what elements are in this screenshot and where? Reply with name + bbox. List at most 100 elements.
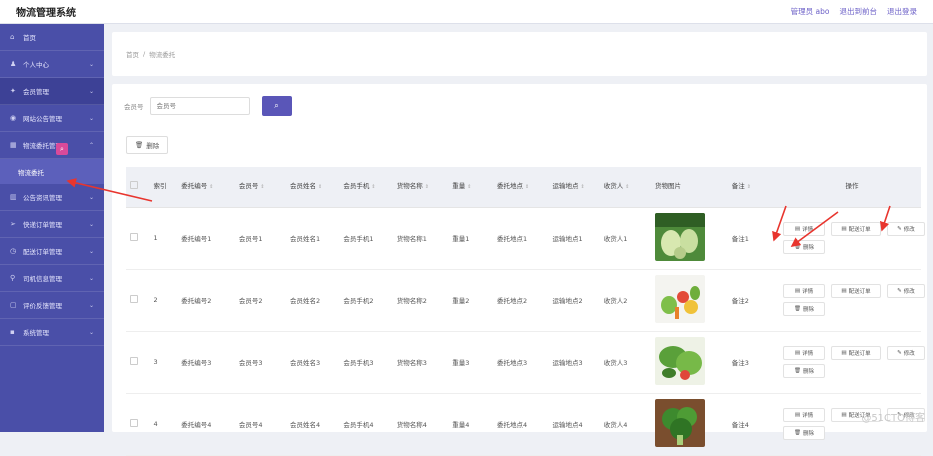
sort-icon[interactable]: ⇕ <box>525 184 529 190</box>
cell-name: 会员姓名4 <box>286 393 339 455</box>
cell-ops: ▤详情 ▤配送订单 ✎修改 🗑删除 <box>779 331 921 393</box>
column-header-2[interactable]: 会员号⇕ <box>235 167 286 207</box>
user-icon: ♟ <box>10 60 19 68</box>
sidebar-item-9[interactable]: ▢评价反馈管理⌄ <box>0 292 104 319</box>
chevron-down-icon: ⌄ <box>89 275 94 282</box>
delete-button[interactable]: 🗑删除 <box>783 364 825 378</box>
dispatch-order-button[interactable]: ▤配送订单 <box>831 284 881 298</box>
cell-phone: 会员手机3 <box>339 331 392 393</box>
edit-icon: ✎ <box>897 350 902 356</box>
cell-weight: 重量4 <box>448 393 493 455</box>
sort-icon[interactable]: ⇕ <box>209 184 213 190</box>
sidebar-item-4[interactable]: ▦物流委托管理⌃⌕ <box>0 132 104 159</box>
batch-delete-button[interactable]: 🗑 删除 <box>126 136 168 154</box>
delete-button[interactable]: 🗑删除 <box>783 240 825 254</box>
admin-user-link[interactable]: 管理员 abo <box>791 6 830 17</box>
sidebar-item-0[interactable]: ⌂首页 <box>0 24 104 51</box>
breadcrumb-home[interactable]: 首页 <box>126 49 139 59</box>
edit-button[interactable]: ✎修改 <box>887 284 925 298</box>
sort-icon[interactable]: ⇕ <box>425 184 429 190</box>
edit-button[interactable]: ✎修改 <box>887 222 925 236</box>
top-bar: 物流管理系统 管理员 abo 退出到前台 退出登录 <box>0 0 933 24</box>
cell-index: 2 <box>149 269 177 331</box>
sidebar-item-2[interactable]: ✦会员管理⌄ <box>0 78 104 105</box>
column-header-10[interactable]: 货物图片 <box>651 167 728 207</box>
table-row[interactable]: 1委托编号1会员号1会员姓名1会员手机1货物名称1重量1委托地点1运输地点1收货… <box>126 207 921 269</box>
delete-button[interactable]: 🗑删除 <box>783 302 825 316</box>
column-header-label: 委托编号 <box>181 182 207 190</box>
column-header-5[interactable]: 货物名称⇕ <box>393 167 448 207</box>
batch-delete-label: 删除 <box>146 140 159 150</box>
dispatch-order-button[interactable]: ▤配送订单 <box>831 222 881 236</box>
column-header-1[interactable]: 委托编号⇕ <box>177 167 235 207</box>
row-select-cell[interactable] <box>126 393 149 455</box>
row-checkbox[interactable] <box>130 295 138 303</box>
cell-receiver: 收货人1 <box>600 207 651 269</box>
select-all-cell[interactable] <box>126 167 149 207</box>
sidebar-item-label: 系统管理 <box>23 327 49 337</box>
logout-link[interactable]: 退出登录 <box>887 6 917 17</box>
dispatch-order-button[interactable]: ▤配送订单 <box>831 346 881 360</box>
detail-button[interactable]: ▤详情 <box>783 346 825 360</box>
chevron-down-icon: ⌄ <box>89 88 94 95</box>
cell-code: 委托编号1 <box>177 207 235 269</box>
sort-icon[interactable]: ⇕ <box>371 184 375 190</box>
cell-phone: 会员手机2 <box>339 269 392 331</box>
column-header-8[interactable]: 运输地点⇕ <box>549 167 600 207</box>
row-select-cell[interactable] <box>126 331 149 393</box>
column-header-9[interactable]: 收货人⇕ <box>600 167 651 207</box>
clock-icon: ◷ <box>10 247 19 255</box>
sort-icon[interactable]: ⇕ <box>467 184 471 190</box>
sidebar-item-3[interactable]: ◉网站公告管理⌄ <box>0 105 104 132</box>
cell-index: 4 <box>149 393 177 455</box>
column-header-0[interactable]: 索引 <box>149 167 177 207</box>
content-panel: 会员号 ⌕ 🗑 删除 索引委托编号⇕会员号⇕会员姓名⇕会员手机⇕货物名称⇕重量⇕… <box>112 84 927 432</box>
sidebar-item-8[interactable]: ⚲司机信息管理⌄ <box>0 265 104 292</box>
column-header-label: 运输地点 <box>553 182 579 190</box>
sidebar-item-1[interactable]: ♟个人中心⌄ <box>0 51 104 78</box>
row-select-cell[interactable] <box>126 269 149 331</box>
delete-button[interactable]: 🗑删除 <box>783 426 825 440</box>
sidebar-item-7[interactable]: ◷配送订单管理⌄ <box>0 238 104 265</box>
row-checkbox[interactable] <box>130 233 138 241</box>
sidebar-item-10[interactable]: ▪系统管理⌄ <box>0 319 104 346</box>
sidebar-item-label: 网站公告管理 <box>23 113 62 123</box>
column-header-7[interactable]: 委托地点⇕ <box>493 167 548 207</box>
cell-code: 委托编号3 <box>177 331 235 393</box>
sort-icon[interactable]: ⇕ <box>318 184 322 190</box>
cell-member: 会员号3 <box>235 331 286 393</box>
column-header-12[interactable]: 操作 <box>779 167 921 207</box>
sort-icon[interactable]: ⇕ <box>260 184 264 190</box>
sidebar-item-5[interactable]: ▥公告资讯管理⌄ <box>0 184 104 211</box>
sidebar-item-label: 公告资讯管理 <box>23 192 62 202</box>
table-row[interactable]: 4委托编号4会员号4会员姓名4会员手机4货物名称4重量4委托地点4运输地点4收货… <box>126 393 921 455</box>
detail-button[interactable]: ▤详情 <box>783 222 825 236</box>
row-select-cell[interactable] <box>126 207 149 269</box>
cell-dest: 运输地点3 <box>549 331 600 393</box>
column-header-3[interactable]: 会员姓名⇕ <box>286 167 339 207</box>
column-header-11[interactable]: 备注⇕ <box>728 167 779 207</box>
detail-icon: ▤ <box>795 350 800 356</box>
column-header-6[interactable]: 重量⇕ <box>448 167 493 207</box>
front-site-link[interactable]: 退出到前台 <box>840 6 878 17</box>
sidebar-subitem-entrust[interactable]: 物流委托 <box>0 159 104 184</box>
column-header-4[interactable]: 会员手机⇕ <box>339 167 392 207</box>
sort-icon[interactable]: ⇕ <box>625 184 629 190</box>
row-checkbox[interactable] <box>130 357 138 365</box>
pin-icon: ⚲ <box>10 274 19 282</box>
table-row[interactable]: 3委托编号3会员号3会员姓名3会员手机3货物名称3重量3委托地点3运输地点3收货… <box>126 331 921 393</box>
member-icon: ✦ <box>10 87 19 95</box>
cell-ops: ▤详情 ▤配送订单 ✎修改 🗑删除 <box>779 269 921 331</box>
member-search-input[interactable] <box>150 97 250 115</box>
cell-note: 备注2 <box>728 269 779 331</box>
table-row[interactable]: 2委托编号2会员号2会员姓名2会员手机2货物名称2重量2委托地点2运输地点2收货… <box>126 269 921 331</box>
detail-button[interactable]: ▤详情 <box>783 408 825 422</box>
detail-button[interactable]: ▤详情 <box>783 284 825 298</box>
row-checkbox[interactable] <box>130 419 138 427</box>
select-all-checkbox[interactable] <box>130 181 138 189</box>
sidebar-item-6[interactable]: ➢快递订单管理⌄ <box>0 211 104 238</box>
search-button[interactable]: ⌕ <box>262 96 292 116</box>
edit-button[interactable]: ✎修改 <box>887 346 925 360</box>
sort-icon[interactable]: ⇕ <box>581 184 585 190</box>
sort-icon[interactable]: ⇕ <box>747 184 751 190</box>
